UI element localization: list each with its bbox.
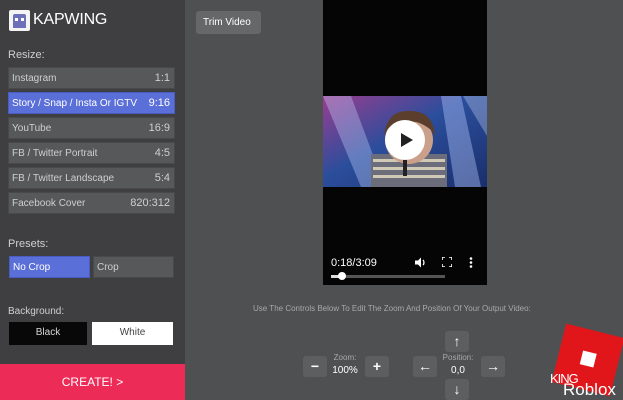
move-right-button[interactable]: → — [481, 356, 505, 377]
arrow-left-icon: ← — [418, 358, 432, 374]
plus-icon: + — [372, 358, 382, 374]
size-option-ratio: 820:312 — [130, 197, 170, 209]
zoom-in-button[interactable]: + — [365, 356, 389, 377]
background-black-button[interactable]: Black — [9, 322, 87, 345]
sidebar: KAPWING Resize: Instagram 1:1 Story / Sn… — [0, 0, 185, 400]
size-option-ratio: 5:4 — [154, 172, 170, 184]
volume-icon[interactable] — [415, 257, 427, 271]
trim-video-button[interactable]: Trim Video — [196, 11, 261, 34]
size-option-youtube[interactable]: YouTube 16:9 — [8, 117, 175, 139]
size-option-name: Instagram — [12, 72, 57, 84]
arrow-right-icon: → — [486, 358, 500, 374]
presets-label: Presets: — [8, 238, 49, 250]
size-option-name: FB / Twitter Landscape — [12, 172, 115, 184]
more-icon[interactable] — [469, 257, 473, 271]
move-up-button[interactable]: ↑ — [445, 331, 469, 352]
position-value: 0,0 — [451, 365, 465, 376]
size-option-name: Facebook Cover — [12, 197, 86, 209]
preset-crop[interactable]: Crop — [93, 256, 174, 278]
size-option-ratio: 4:5 — [154, 147, 170, 159]
position-label: Position: — [442, 353, 474, 362]
zoom-value: 100% — [332, 365, 358, 376]
size-option-ratio: 16:9 — [148, 122, 170, 134]
size-option-name: Story / Snap / Insta Or IGTV — [12, 97, 138, 109]
progress-knob[interactable] — [337, 272, 346, 280]
watermark-text-roblox: Roblox — [563, 380, 616, 399]
logo-text: KAPWING — [33, 11, 108, 28]
move-left-button[interactable]: ← — [413, 356, 437, 377]
progress-bar[interactable] — [331, 272, 445, 280]
size-option-name: FB / Twitter Portrait — [12, 147, 98, 159]
instructions-text: Use The Controls Below To Edit The Zoom … — [253, 304, 531, 313]
logo[interactable]: KAPWING — [9, 8, 107, 32]
create-button[interactable]: CREATE! > — [0, 364, 185, 400]
arrow-up-icon: ↑ — [453, 333, 461, 349]
video-player[interactable]: 0:18/3:09 — [323, 0, 487, 285]
size-option-instagram[interactable]: Instagram 1:1 — [8, 67, 175, 89]
size-option-facebook-cover[interactable]: Facebook Cover 820:312 — [8, 192, 175, 214]
size-option-story[interactable]: Story / Snap / Insta Or IGTV 9:16 — [8, 92, 175, 114]
play-icon[interactable] — [385, 120, 425, 160]
background-label: Background: — [8, 306, 65, 317]
size-option-ratio: 1:1 — [154, 72, 170, 84]
zoom-out-button[interactable]: − — [303, 356, 327, 377]
arrow-down-icon: ↓ — [453, 381, 461, 397]
zoom-label: Zoom: — [333, 353, 357, 362]
background-white-button[interactable]: White — [92, 322, 173, 345]
resize-label: Resize: — [8, 49, 45, 61]
kapwing-logo-icon — [9, 9, 30, 31]
size-option-ratio: 9:16 — [148, 97, 170, 109]
time-display: 0:18/3:09 — [331, 257, 377, 269]
preset-no-crop[interactable]: No Crop — [9, 256, 90, 278]
video-frame — [323, 96, 487, 187]
minus-icon: − — [310, 358, 320, 374]
fullscreen-icon[interactable] — [441, 256, 453, 270]
move-down-button[interactable]: ↓ — [445, 379, 469, 400]
size-option-fb-twitter-landscape[interactable]: FB / Twitter Landscape 5:4 — [8, 167, 175, 189]
size-option-fb-twitter-portrait[interactable]: FB / Twitter Portrait 4:5 — [8, 142, 175, 164]
size-option-name: YouTube — [12, 122, 52, 134]
